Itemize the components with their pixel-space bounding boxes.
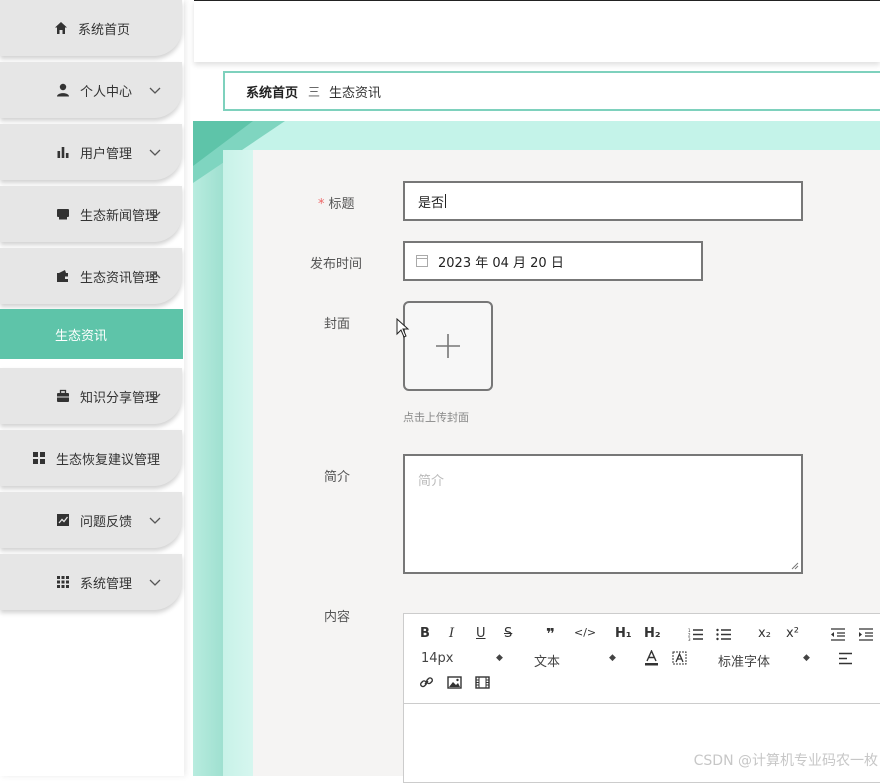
strike-button[interactable]: S	[504, 626, 512, 641]
sidebar-item-knowledge-share[interactable]: 知识分享管理	[0, 368, 182, 424]
chevron-down-icon	[148, 389, 162, 403]
heading-1-button[interactable]: H₁	[615, 626, 632, 641]
paragraph-value: 文本	[534, 655, 560, 670]
font-size-select[interactable]: 14px ◆	[421, 651, 506, 666]
sidebar-item-label: 生态恢复建议管理	[56, 449, 160, 468]
sidebar-item-system[interactable]: 系统管理	[0, 554, 182, 610]
chevron-down-icon	[148, 207, 162, 221]
code-icon[interactable]: </>	[574, 626, 596, 639]
calendar-icon	[416, 255, 428, 267]
wallet-icon	[55, 268, 71, 284]
sidebar-item-label: 系统首页	[78, 19, 130, 38]
sidebar-item-label: 个人中心	[80, 81, 132, 100]
sidebar-item-label: 生态新闻管理	[80, 205, 158, 224]
title-value: 是否	[418, 192, 444, 211]
cover-upload-hint: 点击上传封面	[403, 409, 469, 425]
resize-handle-icon[interactable]	[791, 562, 799, 570]
main-left-stripe	[193, 121, 223, 776]
svg-text:3: 3	[688, 637, 691, 641]
sidebar-subitem-eco-info[interactable]: 生态资讯	[0, 309, 183, 359]
title-label: *标题	[318, 193, 355, 212]
cover-upload-button[interactable]	[403, 301, 493, 391]
heading-2-button[interactable]: H₂	[644, 626, 661, 641]
align-icon[interactable]	[838, 652, 853, 665]
italic-button[interactable]: I	[449, 626, 454, 641]
breadcrumb-current: 生态资讯	[329, 82, 381, 101]
indent-icon[interactable]	[858, 628, 873, 641]
video-icon[interactable]	[475, 676, 490, 689]
user-icon	[55, 82, 71, 98]
blockquote-icon[interactable]: ❞	[546, 625, 555, 643]
date-picker[interactable]: 2023 年 04 月 20 日	[403, 241, 703, 281]
required-mark: *	[318, 197, 325, 212]
chevron-down-icon	[148, 83, 162, 97]
sidebar-item-label: 用户管理	[80, 143, 132, 162]
chevron-down-icon	[148, 513, 162, 527]
date-value: 2023 年 04 月 20 日	[438, 252, 564, 271]
mouse-cursor-icon	[396, 318, 410, 338]
top-header	[194, 0, 880, 62]
bar-chart-icon	[55, 144, 71, 160]
paragraph-select[interactable]: 文本 ◆	[534, 651, 619, 670]
chevron-down-icon	[148, 145, 162, 159]
breadcrumb-home[interactable]: 系统首页	[246, 82, 298, 101]
intro-placeholder: 简介	[418, 474, 444, 489]
chevron-up-icon	[148, 269, 162, 283]
bullet-list-icon[interactable]	[716, 628, 731, 641]
inbox-icon	[55, 206, 71, 222]
font-family-select[interactable]: 标准字体 ◆	[718, 651, 813, 670]
editor-toolbar: B I U S ❞ </> H₁ H₂ 123 x₂ x² 14px ◆ 文本 …	[404, 614, 880, 704]
select-arrow-icon: ◆	[496, 653, 503, 663]
font-family-value: 标准字体	[718, 655, 770, 670]
superscript-button[interactable]: x²	[786, 626, 799, 641]
chevron-down-icon	[148, 575, 162, 589]
sidebar: 系统首页 个人中心 用户管理 生态新闻管理	[0, 0, 184, 776]
select-arrow-icon: ◆	[803, 653, 810, 663]
sidebar-item-home[interactable]: 系统首页	[0, 0, 182, 56]
ordered-list-icon[interactable]: 123	[688, 628, 703, 641]
home-icon	[53, 20, 69, 36]
trend-chart-icon	[55, 512, 71, 528]
title-input[interactable]: 是否	[403, 181, 803, 221]
image-icon[interactable]	[447, 676, 462, 689]
sidebar-item-personal-center[interactable]: 个人中心	[0, 62, 182, 118]
date-label: 发布时间	[310, 253, 362, 272]
font-color-icon[interactable]	[644, 650, 659, 666]
watermark: CSDN @计算机专业码农一枚	[694, 750, 878, 770]
font-size-value: 14px	[421, 651, 454, 666]
sidebar-item-label: 知识分享管理	[80, 387, 158, 406]
intro-textarea[interactable]: 简介	[403, 454, 803, 574]
sidebar-item-eco-info-manage[interactable]: 生态资讯管理	[0, 248, 182, 304]
bold-button[interactable]: B	[420, 626, 430, 641]
select-arrow-icon: ◆	[609, 653, 616, 663]
sidebar-item-label: 系统管理	[80, 573, 132, 592]
briefcase-icon	[55, 388, 71, 404]
breadcrumb: 系统首页 三 生态资讯	[223, 71, 880, 111]
panel-edge	[223, 150, 253, 776]
sidebar-item-label: 生态资讯管理	[80, 267, 158, 286]
plus-icon	[434, 332, 462, 360]
subscript-button[interactable]: x₂	[758, 626, 771, 641]
sidebar-item-users[interactable]: 用户管理	[0, 124, 182, 180]
intro-label: 简介	[324, 466, 350, 485]
breadcrumb-separator: 三	[308, 83, 320, 100]
apps-icon	[55, 574, 71, 590]
underline-button[interactable]: U	[476, 626, 486, 641]
sidebar-item-feedback[interactable]: 问题反馈	[0, 492, 182, 548]
sidebar-item-label: 问题反馈	[80, 511, 132, 530]
text-caret	[445, 194, 446, 208]
sidebar-item-eco-news[interactable]: 生态新闻管理	[0, 186, 182, 242]
link-icon[interactable]	[419, 675, 434, 690]
outdent-icon[interactable]	[830, 628, 845, 641]
grid-icon	[31, 450, 47, 466]
content-label: 内容	[324, 606, 350, 625]
background-color-icon[interactable]	[672, 651, 687, 665]
sidebar-item-eco-restore[interactable]: 生态恢复建议管理	[0, 430, 182, 486]
cover-label: 封面	[324, 313, 350, 332]
